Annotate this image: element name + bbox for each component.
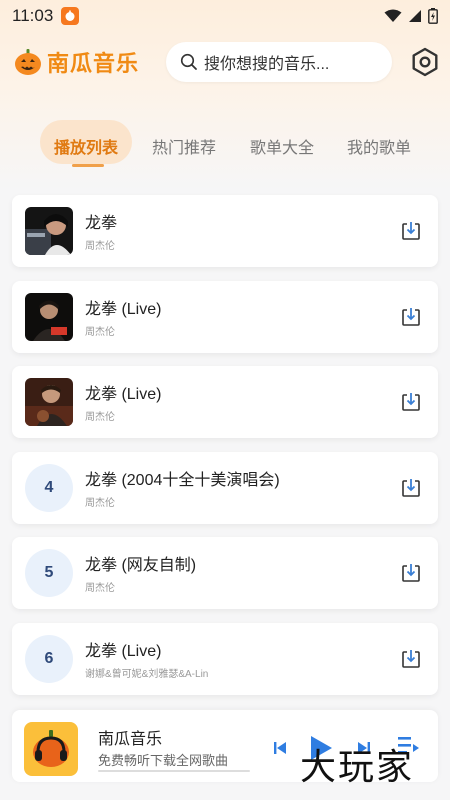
song-row[interactable]: 4 龙拳 (2004十全十美演唱会) 周杰伦 (12, 451, 438, 524)
wifi-icon (384, 9, 402, 22)
track-number-badge: 4 (25, 463, 73, 512)
search-input[interactable]: 搜你想搜的音乐... (166, 42, 392, 82)
status-icons (384, 8, 438, 24)
song-row[interactable]: 龙拳 周杰伦 (12, 195, 438, 267)
search-icon (180, 53, 197, 70)
download-icon[interactable] (401, 649, 421, 669)
album-cover (25, 292, 73, 341)
player-artwork (24, 722, 78, 776)
tab-playlist-label[interactable]: 播放列表 (54, 134, 118, 158)
song-artist: 周杰伦 (85, 326, 115, 338)
tab-hot-recommend[interactable]: 热门推荐 (152, 134, 216, 158)
song-artist: 谢娜&曾可妮&刘雅瑟&A-Lin (85, 668, 209, 680)
settings-icon[interactable] (408, 45, 442, 79)
tab-my-playlists[interactable]: 我的歌单 (347, 134, 411, 158)
tab-playlist-collection[interactable]: 歌单大全 (250, 134, 314, 158)
app-title: 南瓜音乐 (47, 51, 140, 76)
pumpkin-logo-icon (15, 49, 41, 75)
tab-bar: 播放列表 热门推荐 歌单大全 我的歌单 (0, 120, 450, 170)
download-icon[interactable] (401, 563, 421, 583)
album-cover (25, 207, 73, 255)
previous-icon[interactable] (272, 740, 288, 756)
song-title: 龙拳 (网友自制) (85, 557, 197, 574)
status-time: 11:03 (12, 6, 54, 25)
signal-icon (409, 10, 421, 22)
notification-app-icon (61, 7, 80, 25)
track-number-badge: 6 (25, 634, 73, 683)
playback-progress-bar[interactable] (98, 770, 250, 772)
track-number-badge: 5 (25, 549, 73, 597)
song-title: 龙拳 (Live) (85, 300, 162, 318)
song-title: 龙拳 (Live) (85, 386, 162, 403)
song-artist: 周杰伦 (85, 241, 115, 252)
status-bar: 11:03 (0, 0, 450, 32)
app-header: 南瓜音乐 搜你想搜的音乐... (0, 40, 450, 86)
download-icon[interactable] (401, 478, 421, 498)
battery-icon (428, 8, 438, 24)
watermark: 大玩家 (300, 747, 415, 788)
song-row[interactable]: 6 龙拳 (Live) 谢娜&曾可妮&刘雅瑟&A-Lin (12, 622, 438, 695)
song-title: 龙拳 (85, 215, 118, 232)
player-subtitle: 免费畅听下载全网歌曲 (98, 753, 229, 768)
song-row[interactable]: 龙拳 (Live) 周杰伦 (12, 280, 438, 353)
search-placeholder: 搜你想搜的音乐... (204, 56, 330, 73)
song-title: 龙拳 (2004十全十美演唱会) (85, 471, 280, 489)
song-artist: 周杰伦 (85, 412, 115, 423)
song-list: 龙拳 周杰伦 龙拳 (Live) 周杰伦 龙拳 (Live) 周杰伦 4 龙拳 … (12, 195, 438, 708)
song-artist: 周杰伦 (85, 497, 115, 509)
song-row[interactable]: 龙拳 (Live) 周杰伦 (12, 366, 438, 438)
song-row[interactable]: 5 龙拳 (网友自制) 周杰伦 (12, 537, 438, 609)
tab-active-indicator (72, 164, 104, 167)
app-logo: 南瓜音乐 (13, 46, 139, 78)
song-artist: 周杰伦 (85, 583, 115, 594)
album-cover (25, 378, 73, 426)
pumpkin-headphones-icon (33, 730, 69, 767)
download-icon[interactable] (401, 392, 421, 412)
song-title: 龙拳 (Live) (85, 642, 162, 660)
download-icon[interactable] (401, 307, 421, 327)
download-icon[interactable] (401, 221, 421, 241)
player-title: 南瓜音乐 (98, 731, 163, 748)
